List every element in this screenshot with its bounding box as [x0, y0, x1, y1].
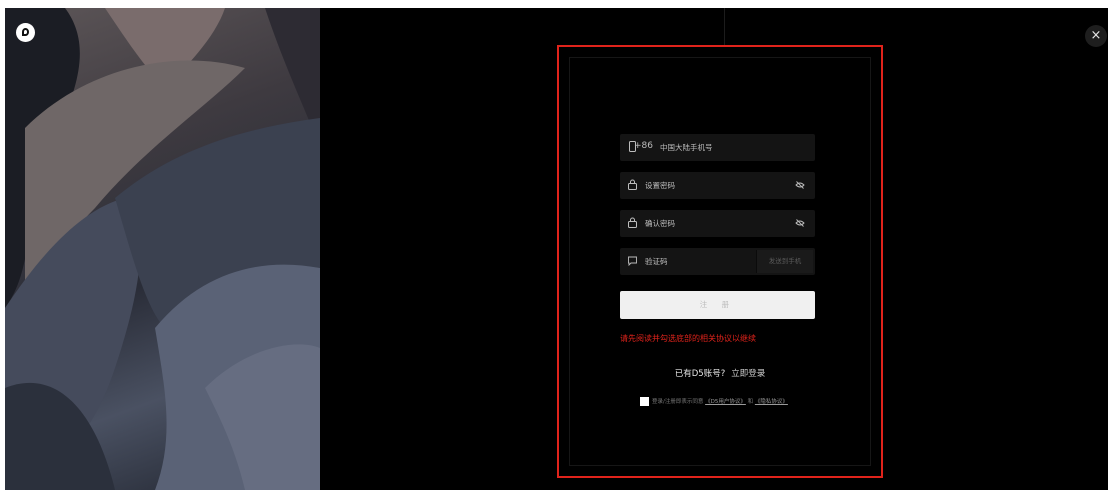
- agreement-warning: 请先阅读并勾选底部的相关协议以继续: [620, 334, 756, 343]
- password-placeholder: 设置密码: [645, 181, 675, 190]
- confirm-password-field[interactable]: 确认密码: [620, 210, 815, 237]
- send-code-button[interactable]: 发送到手机: [756, 250, 813, 273]
- password-field[interactable]: 设置密码: [620, 172, 815, 199]
- agreement-and: 和: [747, 399, 754, 405]
- login-prompt-row: 已有D5账号? 立即登录: [557, 367, 883, 379]
- register-button[interactable]: 注 册: [620, 291, 815, 319]
- lock-icon: [628, 217, 637, 228]
- country-code[interactable]: +86: [634, 141, 653, 151]
- eye-off-icon[interactable]: [795, 180, 805, 190]
- privacy-link[interactable]: 《隐私协议》: [755, 399, 788, 405]
- verification-code-field[interactable]: 验证码 发送到手机: [620, 248, 815, 275]
- message-icon: [628, 256, 637, 266]
- confirm-password-placeholder: 确认密码: [645, 219, 675, 228]
- login-prompt-text: 已有D5账号?: [674, 369, 726, 379]
- code-placeholder: 验证码: [645, 257, 668, 266]
- close-button[interactable]: ×: [1085, 25, 1107, 47]
- user-agreement-link[interactable]: 《D5用户协议》: [705, 399, 746, 405]
- d5-logo-icon: [16, 23, 35, 42]
- checkbox-icon[interactable]: [640, 397, 649, 406]
- agreement-text: 登录/注册即表示同意: [652, 399, 704, 405]
- phone-placeholder: 中国大陆手机号: [660, 143, 713, 152]
- eye-off-icon[interactable]: [795, 218, 805, 228]
- agreement-row: 登录/注册即表示同意 《D5用户协议》 和 《隐私协议》: [640, 397, 788, 409]
- login-link[interactable]: 立即登录: [731, 369, 765, 379]
- phone-field[interactable]: +86 中国大陆手机号: [620, 134, 815, 161]
- hero-image: [5, 8, 320, 490]
- close-icon: ×: [1090, 28, 1102, 43]
- lock-icon: [628, 179, 637, 190]
